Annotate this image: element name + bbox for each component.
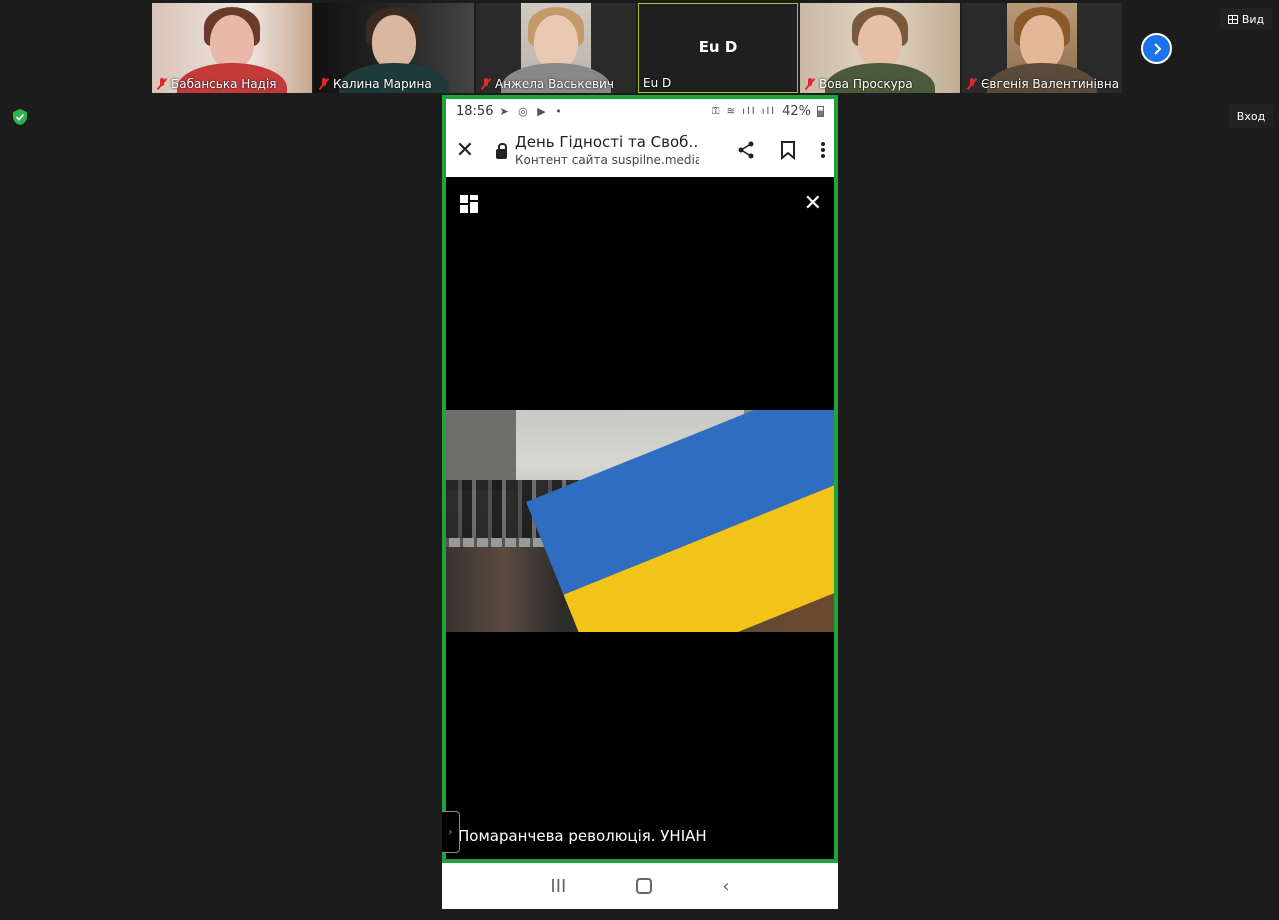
status-time: 18:56 — [456, 103, 494, 119]
grid-view-icon — [1227, 14, 1238, 24]
image-viewer: ✕ Помаранчева революція. УНІАН — [446, 177, 834, 855]
gallery-grid-icon[interactable] — [460, 195, 478, 213]
bookmark-icon[interactable] — [780, 140, 796, 160]
mic-muted-icon — [804, 78, 816, 90]
phone-status-bar: 18:56 ➤ ◎ ▶ • ⚿ ≋ ıll ıll 42% — [446, 99, 834, 123]
home-icon[interactable] — [636, 878, 653, 894]
view-label: Вид — [1241, 12, 1265, 26]
more-options-icon[interactable] — [820, 140, 826, 160]
ukrainian-flag — [526, 410, 834, 632]
browser-toolbar: ✕ День Гідності та Своб… Контент сайта s… — [446, 123, 834, 177]
enter-button[interactable]: Вход — [1229, 104, 1273, 128]
mic-muted-icon — [156, 78, 168, 90]
notification-icons: ➤ ◎ ▶ • — [499, 104, 565, 118]
share-border: 18:56 ➤ ◎ ▶ • ⚿ ≋ ıll ıll 42% ✕ День Гід… — [442, 95, 838, 863]
participant-name: Євгенія Валентинівна — [966, 77, 1119, 91]
mic-muted-icon — [480, 78, 492, 90]
participant-name: Вова Проскура — [804, 77, 913, 91]
participant-tile-1[interactable]: Бабанська Надія — [152, 3, 312, 93]
participant-name: Eu D — [643, 76, 672, 90]
battery-icon — [817, 105, 824, 117]
view-button[interactable]: Вид — [1220, 8, 1272, 30]
close-viewer-icon[interactable]: ✕ — [804, 191, 822, 216]
security-shield-icon[interactable] — [12, 108, 28, 126]
participant-tile-3[interactable]: Анжела Васькевич — [476, 3, 636, 93]
lock-icon — [496, 143, 507, 159]
participant-name: Калина Марина — [318, 77, 432, 91]
participant-tile-5[interactable]: Вова Проскура — [800, 3, 960, 93]
shared-screen: 18:56 ➤ ◎ ▶ • ⚿ ≋ ıll ıll 42% ✕ День Гід… — [442, 95, 838, 909]
participant-tile-2[interactable]: Калина Марина — [314, 3, 474, 93]
signal-icon: ⚿ ≋ ıll ıll — [711, 105, 777, 117]
next-participants-button[interactable] — [1141, 33, 1172, 64]
share-icon[interactable] — [736, 140, 756, 160]
participant-name: Анжела Васькевич — [480, 77, 614, 91]
battery-level: 42% — [782, 103, 811, 119]
photo-caption: Помаранчева революція. УНІАН — [458, 827, 707, 845]
participant-name: Бабанська Надія — [156, 77, 277, 91]
enter-label: Вход — [1236, 109, 1266, 123]
meeting-toolbar-edge — [0, 912, 1279, 920]
side-panel-handle[interactable]: › — [442, 811, 460, 853]
recent-apps-icon[interactable]: III — [550, 876, 566, 897]
participant-strip: Бабанська Надія Калина Марина Анжела Вас… — [152, 3, 1122, 93]
page-subtitle: Контент сайта suspilne.media. П — [515, 153, 699, 167]
back-icon[interactable]: ‹ — [722, 876, 729, 897]
close-tab-icon[interactable]: ✕ — [446, 138, 484, 163]
participant-tile-4[interactable]: Eu D Eu D — [638, 3, 798, 93]
mic-muted-icon — [318, 78, 330, 90]
chevron-right-icon — [1153, 42, 1161, 55]
protest-photo — [446, 410, 834, 632]
mic-muted-icon — [966, 78, 978, 90]
participant-avatar-name: Eu D — [698, 38, 738, 56]
page-title: День Гідності та Своб… — [515, 133, 699, 151]
android-nav-bar: III ‹ — [442, 863, 838, 909]
page-titles[interactable]: День Гідності та Своб… Контент сайта sus… — [515, 133, 699, 167]
participant-tile-6[interactable]: Євгенія Валентинівна — [962, 3, 1122, 93]
